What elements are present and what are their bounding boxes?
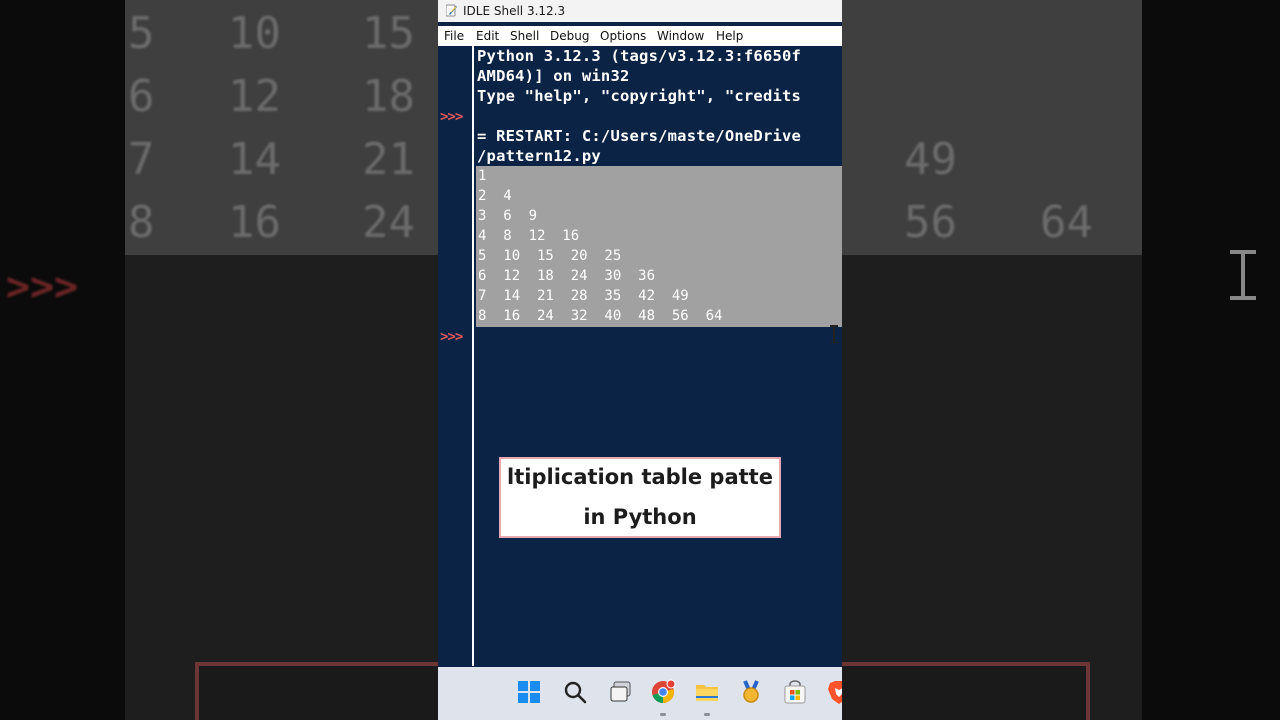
banner-line: AMD64)] on win32 (477, 67, 630, 85)
menu-file[interactable]: File (444, 29, 464, 43)
shell-prompt-active: >>> (440, 329, 463, 345)
search-icon[interactable] (562, 679, 588, 705)
running-indicator (704, 713, 710, 716)
bg-number: 8 (128, 197, 155, 248)
output-line: 5 10 15 20 25 (478, 248, 622, 264)
chrome-icon[interactable] (650, 679, 676, 705)
ibeam-cursor-icon (830, 325, 838, 343)
idle-shell-window: IDLE Shell 3.12.3 File Edit Shell Debug … (438, 0, 842, 720)
bg-number: 18 (362, 71, 415, 122)
restart-line: = RESTART: C:/Users/maste/OneDrive (477, 127, 802, 145)
menu-bar: File Edit Shell Debug Options Window Hel… (438, 26, 842, 46)
bg-number: 5 (128, 8, 155, 59)
bg-number: 56 (904, 197, 957, 248)
output-line: 2 4 (478, 188, 512, 204)
menu-debug[interactable]: Debug (550, 29, 589, 43)
bg-number: 64 (1040, 197, 1093, 248)
output-line: 4 8 12 16 (478, 228, 580, 244)
bg-number: 49 (904, 134, 957, 185)
medal-icon[interactable] (738, 679, 764, 705)
prompt-gutter (438, 46, 472, 666)
output-line: 3 6 9 (478, 208, 538, 224)
shell-prompt: >>> (440, 109, 463, 125)
output-line: 6 12 18 24 30 36 (478, 268, 656, 284)
brave-icon[interactable] (826, 679, 842, 705)
bg-number: 10 (228, 8, 281, 59)
windows-start-icon[interactable] (516, 679, 542, 705)
output-line: 1 (478, 168, 487, 184)
output-line: 7 14 21 28 35 42 49 (478, 288, 689, 304)
store-icon[interactable] (782, 679, 808, 705)
background-right: 49 56 64 (842, 0, 1280, 720)
menu-edit[interactable]: Edit (476, 29, 499, 43)
bg-caption-box (842, 662, 1090, 720)
bg-ibeam-icon (1230, 250, 1256, 300)
bg-number: 24 (362, 197, 415, 248)
file-explorer-icon[interactable] (694, 679, 720, 705)
bg-number: 12 (228, 71, 281, 122)
running-indicator (660, 713, 666, 716)
bg-caption-box (195, 662, 438, 720)
banner-line: Type "help", "copyright", "credits (477, 87, 802, 105)
gutter-divider (472, 46, 474, 666)
video-caption: ltiplication table patte in Python (499, 457, 781, 538)
bg-number: 16 (228, 197, 281, 248)
menu-shell[interactable]: Shell (510, 29, 539, 43)
output-line: 8 16 24 32 40 48 56 64 (478, 308, 723, 324)
background-left: 5 10 15 6 12 18 7 14 21 8 16 24 >>> (0, 0, 438, 720)
bg-number: 7 (128, 134, 155, 185)
taskbar (438, 667, 842, 720)
bg-number: 21 (362, 134, 415, 185)
bg-number: 15 (362, 8, 415, 59)
banner-line: Python 3.12.3 (tags/v3.12.3:f6650f (477, 47, 802, 65)
caption-line-2: in Python (583, 505, 697, 529)
bg-prompt: >>> (6, 264, 79, 310)
bg-number: 6 (128, 71, 155, 122)
restart-line: /pattern12.py (477, 147, 601, 165)
task-view-icon[interactable] (608, 679, 634, 705)
menu-window[interactable]: Window (657, 29, 704, 43)
title-bar: IDLE Shell 3.12.3 (438, 0, 842, 22)
python-feather-icon (446, 4, 457, 17)
window-title: IDLE Shell 3.12.3 (463, 4, 566, 18)
menu-help[interactable]: Help (716, 29, 743, 43)
caption-line-1: ltiplication table patte (507, 465, 773, 489)
menu-options[interactable]: Options (600, 29, 646, 43)
bg-number: 14 (228, 134, 281, 185)
